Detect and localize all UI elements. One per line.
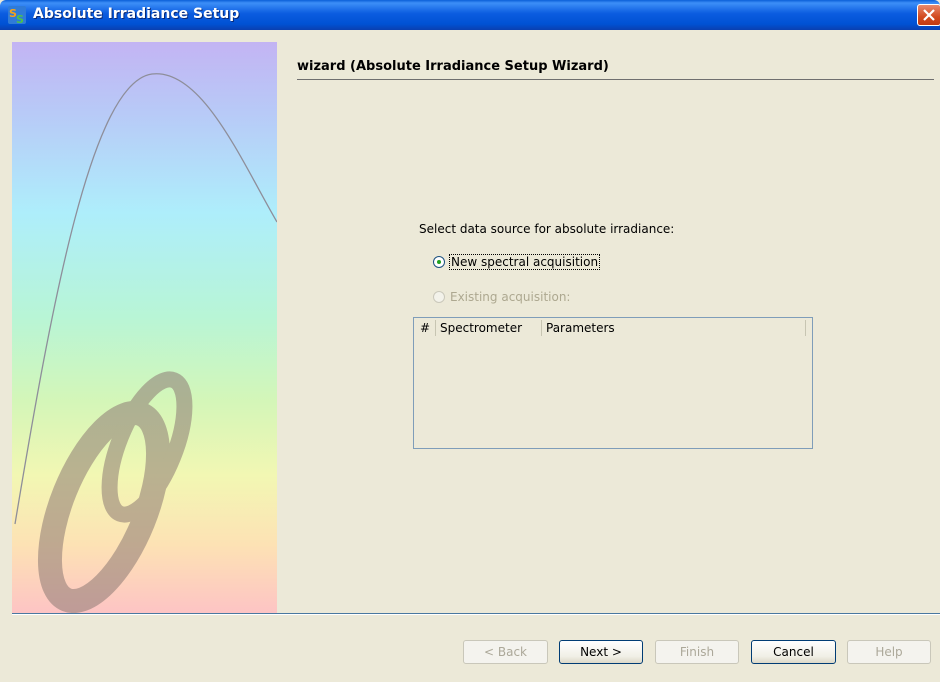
close-button[interactable] <box>917 4 940 26</box>
wizard-heading: wizard (Absolute Irradiance Setup Wizard… <box>297 59 609 74</box>
wizard-side-graphic <box>12 42 277 613</box>
svg-text:S: S <box>16 13 24 24</box>
back-button: < Back <box>463 640 548 664</box>
existing-acquisition-label: Existing acquisition: <box>450 290 571 304</box>
data-source-prompt: Select data source for absolute irradian… <box>419 222 675 236</box>
window-title: Absolute Irradiance Setup <box>33 6 240 22</box>
finish-button: Finish <box>655 640 739 664</box>
table-header: # Spectrometer Parameters <box>416 320 806 336</box>
column-header-spectrometer[interactable]: Spectrometer <box>436 320 542 336</box>
acquisition-table[interactable]: # Spectrometer Parameters <box>413 317 813 449</box>
spectrasuite-icon: S S <box>8 6 26 24</box>
next-button[interactable]: Next > <box>559 640 643 664</box>
radio-disabled-icon <box>433 291 445 303</box>
new-acquisition-radio[interactable]: New spectral acquisition <box>433 253 601 271</box>
radio-selected-icon[interactable] <box>433 256 445 268</box>
title-bar[interactable]: S S Absolute Irradiance Setup <box>0 0 940 30</box>
existing-acquisition-radio: Existing acquisition: <box>433 288 570 306</box>
new-acquisition-label[interactable]: New spectral acquisition <box>448 254 601 270</box>
heading-divider <box>297 79 934 80</box>
column-header-number[interactable]: # <box>416 320 436 336</box>
column-header-parameters[interactable]: Parameters <box>542 320 806 336</box>
absolute-irradiance-setup-window: S S Absolute Irradiance Setup wizard (Ab… <box>0 0 940 682</box>
cancel-button[interactable]: Cancel <box>751 640 836 664</box>
button-bar-divider-highlight <box>12 614 940 615</box>
close-icon <box>923 9 935 21</box>
help-button: Help <box>847 640 931 664</box>
